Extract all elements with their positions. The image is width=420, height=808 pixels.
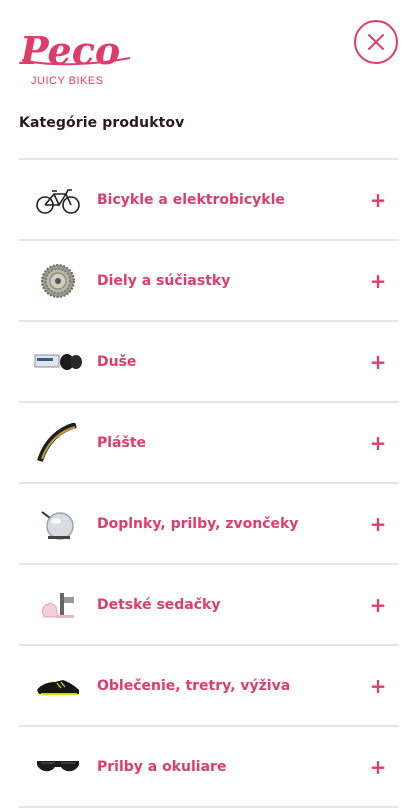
category-item-child-seats[interactable]: Detské sedačky + [19, 565, 399, 646]
category-label: Prilby a okuliare [97, 758, 227, 775]
expand-icon[interactable]: + [369, 757, 387, 777]
category-label: Oblečenie, tretry, výživa [97, 677, 291, 694]
expand-icon[interactable]: + [369, 595, 387, 615]
sunglasses-icon [19, 742, 97, 792]
categories-heading: Kategórie produktov [19, 115, 185, 131]
child-seat-icon [19, 580, 97, 630]
category-item-clothing[interactable]: Oblečenie, tretry, výživa + [19, 646, 399, 727]
category-item-parts[interactable]: Diely a súčiastky + [19, 241, 399, 322]
category-label: Doplnky, prilby, zvončeky [97, 515, 299, 532]
logo-tagline: JUICY BIKES [31, 75, 104, 87]
bicycle-icon [19, 175, 97, 225]
tire-icon [19, 418, 97, 468]
inner-tube-icon [19, 337, 97, 387]
logo-wordmark: Peco [19, 28, 120, 73]
cycling-shoe-icon [19, 661, 97, 711]
bell-icon [19, 499, 97, 549]
expand-icon[interactable]: + [369, 352, 387, 372]
category-item-tires[interactable]: Plášte + [19, 403, 399, 484]
category-label: Detské sedačky [97, 596, 221, 613]
expand-icon[interactable]: + [369, 271, 387, 291]
category-item-tubes[interactable]: Duše + [19, 322, 399, 403]
brand-logo[interactable]: Peco JUICY BIKES [18, 22, 134, 90]
expand-icon[interactable]: + [369, 514, 387, 534]
category-item-helmets-glasses[interactable]: Prilby a okuliare + [19, 727, 399, 808]
close-icon [368, 34, 384, 50]
category-label: Duše [97, 353, 137, 370]
category-label: Bicykle a elektrobicykle [97, 191, 285, 208]
category-item-accessories[interactable]: Doplnky, prilby, zvončeky + [19, 484, 399, 565]
expand-icon[interactable]: + [369, 433, 387, 453]
category-label: Diely a súčiastky [97, 272, 231, 289]
close-menu-button[interactable] [354, 20, 398, 64]
cassette-icon [19, 256, 97, 306]
category-list: Bicykle a elektrobicykle + Diely a súčia… [19, 158, 399, 808]
category-item-bicycles[interactable]: Bicykle a elektrobicykle + [19, 160, 399, 241]
expand-icon[interactable]: + [369, 676, 387, 696]
expand-icon[interactable]: + [369, 190, 387, 210]
category-label: Plášte [97, 434, 147, 451]
